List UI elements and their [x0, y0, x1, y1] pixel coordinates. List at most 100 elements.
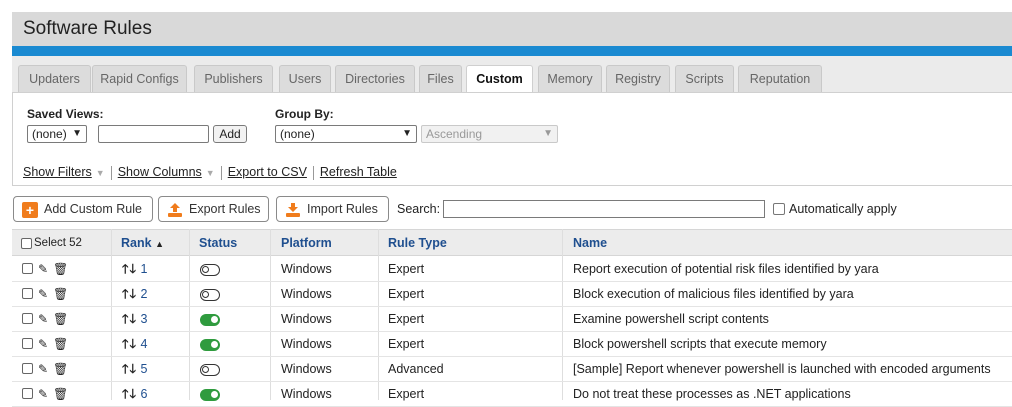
move-down-icon[interactable]: 🡓	[130, 337, 138, 351]
tab-custom[interactable]: Custom	[466, 65, 533, 93]
search-input[interactable]	[443, 200, 765, 218]
status-toggle[interactable]	[200, 339, 220, 351]
saved-views-select[interactable]: (none) ▼	[27, 125, 87, 143]
tab-registry[interactable]: Registry	[606, 65, 670, 92]
status-column-header[interactable]: Status	[199, 230, 237, 257]
show-filters-link[interactable]: Show Filters	[23, 165, 92, 179]
rule-type-cell: Expert	[388, 312, 425, 326]
export-csv-link[interactable]: Export to CSV	[228, 165, 307, 179]
name-column-header[interactable]: Name	[573, 230, 607, 257]
tab-rapid-configs[interactable]: Rapid Configs	[92, 65, 187, 92]
add-custom-rule-button[interactable]: + Add Custom Rule	[13, 196, 153, 222]
import-rules-label: Import Rules	[307, 202, 378, 216]
rank-link[interactable]: 1	[141, 262, 148, 276]
trash-icon[interactable]: 🗑	[53, 332, 68, 357]
sort-order-select: Ascending ▼	[421, 125, 558, 143]
rank-column-header[interactable]: Rank ▲	[121, 230, 164, 257]
sort-ascending-icon: ▲	[155, 239, 164, 249]
status-toggle[interactable]	[200, 314, 220, 326]
edit-icon[interactable]: ✎	[38, 332, 48, 357]
view-name-input[interactable]	[98, 125, 209, 143]
platform-cell: Windows	[281, 337, 332, 351]
tab-scripts[interactable]: Scripts	[675, 65, 734, 92]
edit-icon[interactable]: ✎	[38, 282, 48, 307]
status-toggle[interactable]	[200, 364, 220, 376]
move-up-icon[interactable]: 🡑	[122, 362, 130, 376]
import-rules-button[interactable]: Import Rules	[276, 196, 389, 222]
move-down-icon[interactable]: 🡓	[130, 387, 138, 401]
edit-icon[interactable]: ✎	[38, 382, 48, 407]
rank-link[interactable]: 2	[141, 287, 148, 301]
status-toggle[interactable]	[200, 264, 220, 276]
edit-icon[interactable]: ✎	[38, 257, 48, 282]
select-all-checkbox[interactable]	[21, 238, 32, 249]
move-down-icon[interactable]: 🡓	[130, 312, 138, 326]
status-toggle[interactable]	[200, 289, 220, 301]
tab-directories[interactable]: Directories	[335, 65, 415, 92]
trash-icon[interactable]: 🗑	[53, 382, 68, 407]
move-up-icon[interactable]: 🡑	[122, 287, 130, 301]
tab-updaters[interactable]: Updaters	[18, 65, 91, 92]
saved-views-value: (none)	[32, 127, 67, 141]
rank-cell: 🡑🡓 5	[122, 357, 147, 382]
move-up-icon[interactable]: 🡑	[122, 387, 130, 401]
move-up-icon[interactable]: 🡑	[122, 337, 130, 351]
move-down-icon[interactable]: 🡓	[130, 362, 138, 376]
table-row: ✎ 🗑 🡑🡓 1 Windows Expert Report execution of p…	[12, 257, 1012, 282]
page-title: Software Rules	[23, 18, 152, 39]
auto-apply-checkbox[interactable]	[773, 203, 785, 215]
export-rules-button[interactable]: Export Rules	[158, 196, 269, 222]
edit-icon[interactable]: ✎	[38, 357, 48, 382]
group-by-select[interactable]: (none) ▼	[275, 125, 417, 143]
table-row: ✎ 🗑 🡑🡓 5 Windows Advanced [Sample] Report whe…	[12, 357, 1012, 382]
row-checkbox[interactable]	[22, 338, 33, 349]
chevron-down-icon: ▼	[402, 128, 412, 139]
trash-icon[interactable]: 🗑	[53, 357, 68, 382]
move-up-icon[interactable]: 🡑	[122, 262, 130, 276]
show-columns-link[interactable]: Show Columns	[118, 165, 202, 179]
tab-reputation[interactable]: Reputation	[738, 65, 822, 92]
rank-link[interactable]: 6	[141, 387, 148, 401]
row-checkbox[interactable]	[22, 263, 33, 274]
trash-icon[interactable]: 🗑	[53, 257, 68, 282]
tab-publishers[interactable]: Publishers	[194, 65, 273, 92]
rule-type-column-header[interactable]: Rule Type	[388, 230, 447, 257]
trash-icon[interactable]: 🗑	[53, 282, 68, 307]
row-checkbox[interactable]	[22, 313, 33, 324]
move-down-icon[interactable]: 🡓	[130, 262, 138, 276]
move-up-icon[interactable]: 🡑	[122, 312, 130, 326]
divider	[220, 165, 222, 180]
edit-icon[interactable]: ✎	[38, 307, 48, 332]
caret-down-icon: ▼	[205, 168, 215, 178]
rule-name-cell: Block execution of malicious files ident…	[573, 287, 854, 301]
toggle-knob	[202, 366, 209, 373]
row-checkbox[interactable]	[22, 288, 33, 299]
plus-icon: +	[22, 201, 38, 218]
tab-memory[interactable]: Memory	[538, 65, 602, 92]
trash-icon[interactable]: 🗑	[53, 307, 68, 332]
download-icon	[285, 202, 301, 218]
toggle-knob	[211, 391, 218, 398]
rank-header-label: Rank	[121, 236, 152, 250]
refresh-table-link[interactable]: Refresh Table	[320, 165, 397, 179]
row-checkbox[interactable]	[22, 363, 33, 374]
tab-files[interactable]: Files	[419, 65, 462, 92]
rank-cell: 🡑🡓 3	[122, 307, 147, 332]
platform-cell: Windows	[281, 362, 332, 376]
tab-users[interactable]: Users	[279, 65, 331, 92]
move-down-icon[interactable]: 🡓	[130, 287, 138, 301]
rank-link[interactable]: 4	[141, 337, 148, 351]
status-toggle[interactable]	[200, 389, 220, 401]
rank-cell: 🡑🡓 1	[122, 257, 147, 282]
row-checkbox[interactable]	[22, 388, 33, 399]
caret-down-icon: ▼	[95, 168, 105, 178]
rank-link[interactable]: 5	[141, 362, 148, 376]
platform-column-header[interactable]: Platform	[281, 230, 332, 257]
rank-cell: 🡑🡓 6	[122, 382, 147, 407]
page-header: Software Rules	[12, 12, 1012, 46]
divider	[312, 165, 314, 180]
table-links: Show Filters ▼ Show Columns ▼ Export to CSV R…	[23, 165, 397, 180]
add-view-button[interactable]: Add	[213, 125, 247, 143]
platform-cell: Windows	[281, 312, 332, 326]
rank-link[interactable]: 3	[141, 312, 148, 326]
